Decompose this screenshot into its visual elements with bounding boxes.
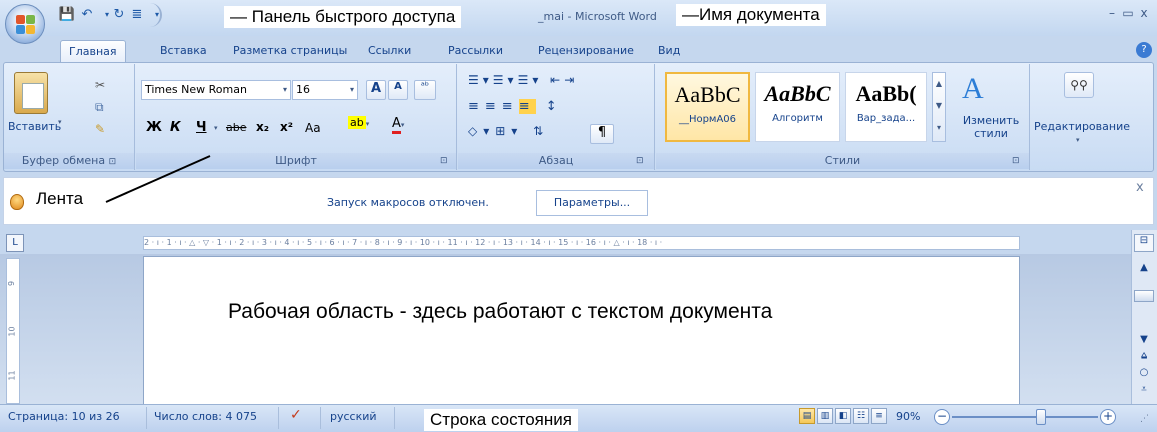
- strikethrough-button[interactable]: abe: [226, 121, 247, 134]
- paragraph-launcher-icon[interactable]: ⊡: [636, 156, 644, 166]
- horizontal-ruler[interactable]: 2 · ı · 1 · ı · △ · ▽ · 1 · ı · 2 · ı · …: [143, 236, 1020, 250]
- font-size-arrow-icon: ▾: [349, 85, 354, 94]
- redo-icon[interactable]: ↻: [110, 6, 128, 24]
- office-logo-icon: [16, 15, 36, 35]
- format-painter-icon[interactable]: ✎: [95, 122, 105, 136]
- message-bar-close-icon[interactable]: x: [1136, 180, 1144, 195]
- shading-borders-buttons[interactable]: ◇▾⊞▾ ⇅: [468, 124, 549, 138]
- change-styles-button[interactable]: Изменить стили: [952, 114, 1030, 140]
- annotation-statusbar: Строка состояния: [424, 409, 578, 431]
- styles-scroll[interactable]: ▲ ▼ ▾: [932, 72, 946, 142]
- underline-button[interactable]: Ч: [196, 120, 207, 135]
- tab-insert[interactable]: Вставка: [152, 40, 215, 62]
- browse-object-icon[interactable]: ○: [1134, 367, 1154, 378]
- font-name-arrow-icon: ▾: [282, 85, 287, 94]
- minimize-icon[interactable]: –: [1104, 6, 1120, 22]
- zoom-level[interactable]: 90%: [896, 410, 920, 423]
- ruler-toggle-icon[interactable]: ⊟: [1134, 234, 1154, 252]
- tab-view[interactable]: Вид: [650, 40, 688, 62]
- underline-dropdown-icon[interactable]: ▾: [214, 124, 218, 132]
- annotation-qat: — Панель быстрого доступа: [224, 6, 462, 28]
- bold-button[interactable]: Ж: [146, 120, 162, 135]
- change-case-button[interactable]: Aa: [305, 121, 321, 135]
- grow-font-button[interactable]: A: [366, 80, 386, 100]
- list-buttons[interactable]: ☰▾☰▾☰▾ ⇤⇥: [468, 73, 578, 87]
- full-screen-reading-icon[interactable]: ▥: [817, 408, 833, 424]
- annotation-pointer-line: [105, 155, 211, 203]
- outline-icon[interactable]: ☷: [853, 408, 869, 424]
- help-icon[interactable]: ?: [1136, 42, 1152, 58]
- zoom-slider-track[interactable]: [952, 416, 1098, 418]
- status-page[interactable]: Страница: 10 из 26: [8, 410, 120, 423]
- font-launcher-icon[interactable]: ⊡: [440, 156, 448, 166]
- annotation-docname: —Имя документа: [676, 4, 826, 26]
- zoom-slider-thumb[interactable]: [1036, 409, 1046, 425]
- paragraph-label: Абзац: [458, 153, 654, 169]
- annotation-ribbon: Лента: [30, 188, 90, 210]
- style-variant[interactable]: AaBb( Вар_зада...: [845, 72, 927, 142]
- tab-review[interactable]: Рецензирование: [530, 40, 642, 62]
- paste-button[interactable]: Вставить: [8, 120, 61, 133]
- align-buttons[interactable]: ≡≡≡≡ ↕: [468, 99, 563, 114]
- editing-button[interactable]: Редактирование: [1034, 120, 1130, 133]
- document-page[interactable]: [143, 256, 1020, 406]
- copy-icon[interactable]: ⧉: [95, 100, 104, 115]
- status-words[interactable]: Число слов: 4 075: [154, 410, 257, 423]
- editing-dropdown-icon[interactable]: ▾: [1076, 136, 1080, 144]
- undo-icon[interactable]: ↶: [78, 6, 96, 24]
- font-size-combo[interactable]: 16 ▾: [292, 80, 358, 100]
- next-page-icon[interactable]: ⩡: [1134, 384, 1154, 395]
- status-separator: [320, 407, 321, 429]
- superscript-button[interactable]: x²: [280, 120, 293, 134]
- window-title: _mai - Microsoft Word: [538, 10, 657, 23]
- paste-icon[interactable]: [14, 72, 48, 114]
- font-color-button[interactable]: A▾: [392, 116, 422, 136]
- resize-grip-icon[interactable]: ⋰: [1140, 414, 1149, 424]
- font-name-combo[interactable]: Times New Roman ▾: [141, 80, 291, 100]
- tab-home[interactable]: Главная: [60, 40, 126, 62]
- tab-stop-selector[interactable]: L: [6, 234, 24, 252]
- zoom-out-button[interactable]: −: [934, 409, 950, 425]
- scroll-thumb[interactable]: [1134, 290, 1154, 302]
- clear-format-icon[interactable]: ᵃᵇ: [414, 80, 436, 100]
- previous-page-icon[interactable]: ⩠: [1134, 350, 1154, 361]
- restore-icon[interactable]: ▭: [1120, 6, 1136, 22]
- spelling-check-icon[interactable]: ✓: [290, 407, 302, 423]
- print-layout-icon[interactable]: ▤: [799, 408, 815, 424]
- tab-mailings[interactable]: Рассылки: [440, 40, 511, 62]
- close-icon[interactable]: x: [1136, 6, 1152, 22]
- save-icon[interactable]: 💾: [58, 6, 76, 24]
- macro-options-button[interactable]: Параметры...: [536, 190, 648, 216]
- scroll-up-icon[interactable]: ▲: [1134, 262, 1154, 273]
- macro-message: Запуск макросов отключен.: [327, 196, 489, 209]
- find-icon[interactable]: ⚲⚲: [1064, 72, 1094, 98]
- style-algorithm[interactable]: AaBbC Алгоритм: [755, 72, 840, 142]
- scroll-down-icon[interactable]: ▼: [1134, 334, 1154, 345]
- style-normal[interactable]: AaBbC __НормА06: [665, 72, 750, 142]
- status-language[interactable]: русский: [330, 410, 377, 423]
- tab-references[interactable]: Ссылки: [360, 40, 419, 62]
- status-separator: [146, 407, 147, 429]
- workspace-annotation: Рабочая область - здесь работают с текст…: [228, 300, 773, 323]
- italic-button[interactable]: К: [170, 120, 181, 135]
- web-layout-icon[interactable]: ◧: [835, 408, 851, 424]
- shield-icon: [10, 194, 24, 210]
- styles-launcher-icon[interactable]: ⊡: [1012, 156, 1020, 166]
- tab-page-layout[interactable]: Разметка страницы: [225, 40, 355, 62]
- cut-icon[interactable]: ✂: [95, 78, 105, 92]
- office-button[interactable]: [5, 4, 45, 44]
- subscript-button[interactable]: x₂: [256, 120, 269, 134]
- show-marks-button[interactable]: ¶: [590, 124, 614, 144]
- highlight-button[interactable]: ab ▾: [348, 116, 376, 136]
- zoom-in-button[interactable]: +: [1100, 409, 1116, 425]
- styles-label: Стили: [656, 153, 1029, 169]
- status-separator: [394, 407, 395, 429]
- status-separator: [278, 407, 279, 429]
- vertical-ruler[interactable]: 9 10 11: [6, 258, 20, 404]
- draft-icon[interactable]: ≡: [871, 408, 887, 424]
- paste-dropdown-icon[interactable]: ▾: [58, 118, 62, 126]
- change-styles-icon[interactable]: A: [962, 72, 984, 106]
- shrink-font-button[interactable]: A: [388, 80, 408, 100]
